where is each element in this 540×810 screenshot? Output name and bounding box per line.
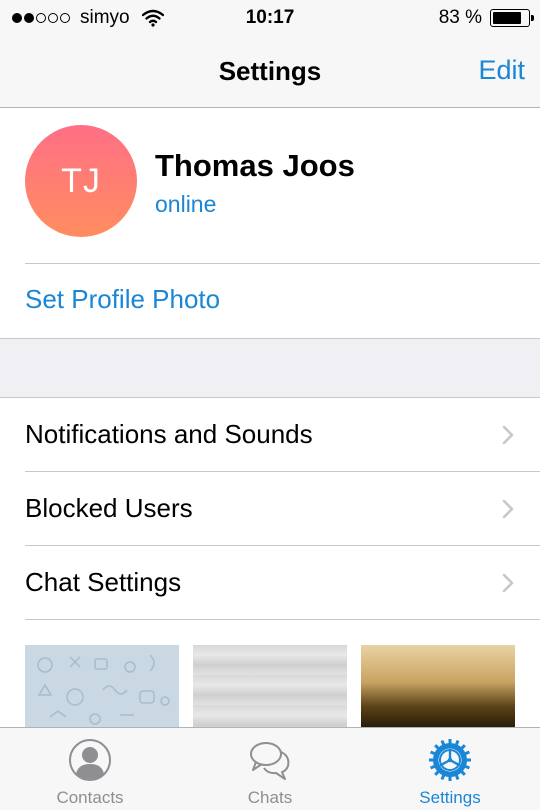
chevron-right-icon xyxy=(502,499,514,519)
doodle-pattern-image xyxy=(37,654,170,725)
navigation-bar: Settings Edit xyxy=(0,36,540,108)
avatar-initials: TJ xyxy=(61,161,101,200)
wallpaper-thumbnails xyxy=(0,620,540,727)
section-spacer xyxy=(0,338,540,398)
battery-tip xyxy=(531,15,534,21)
chats-icon xyxy=(250,742,290,780)
status-right: 83 % xyxy=(438,7,534,29)
gear-tooth xyxy=(465,758,471,762)
tab-chats[interactable]: Chats xyxy=(180,728,360,810)
gear-tooth xyxy=(448,739,452,745)
profile-name: Thomas Joos xyxy=(155,148,355,183)
tab-label: Chats xyxy=(247,788,293,807)
tab-label: Contacts xyxy=(56,788,124,807)
battery-percent: 83 % xyxy=(438,7,482,28)
page-title: Settings xyxy=(218,56,322,86)
wallpaper-thumbnail-wood[interactable] xyxy=(193,645,347,727)
tab-contacts[interactable]: Contacts xyxy=(0,728,180,810)
set-profile-photo-row[interactable]: Set Profile Photo xyxy=(0,264,540,338)
edit-button[interactable]: Edit xyxy=(478,55,525,86)
row-label: Chat Settings xyxy=(25,567,182,597)
profile-section: TJ Thomas Joos online xyxy=(0,108,540,264)
settings-screen: simyo 10:17 83 % Settings Edit TJ Thomas… xyxy=(0,0,540,810)
set-profile-photo-button[interactable]: Set Profile Photo xyxy=(25,284,220,315)
wallpaper-thumbnail-doodle[interactable] xyxy=(25,645,179,727)
settings-gear-icon xyxy=(429,739,471,781)
battery-fill xyxy=(493,12,522,24)
chevron-right-icon xyxy=(502,573,514,593)
row-label: Notifications and Sounds xyxy=(25,419,313,449)
tab-bar: Contacts Chats Settings xyxy=(0,727,540,810)
tab-settings[interactable]: Settings xyxy=(360,728,540,810)
profile-status: online xyxy=(155,191,217,217)
battery-icon xyxy=(490,9,534,27)
row-label: Blocked Users xyxy=(25,493,193,523)
tab-label: Settings xyxy=(419,788,481,807)
chat-settings-row[interactable]: Chat Settings xyxy=(0,546,540,620)
notifications-and-sounds-row[interactable]: Notifications and Sounds xyxy=(0,398,540,472)
blocked-users-row[interactable]: Blocked Users xyxy=(0,472,540,546)
chevron-right-icon xyxy=(502,425,514,445)
status-bar: simyo 10:17 83 % xyxy=(0,0,540,36)
settings-list: Notifications and Sounds Blocked Users C… xyxy=(0,398,540,620)
gear-tooth xyxy=(429,758,435,762)
gear-tooth xyxy=(448,775,452,781)
avatar[interactable]: TJ xyxy=(25,125,137,237)
contacts-icon xyxy=(69,739,111,781)
wallpaper-thumbnail-photo[interactable] xyxy=(361,645,515,727)
